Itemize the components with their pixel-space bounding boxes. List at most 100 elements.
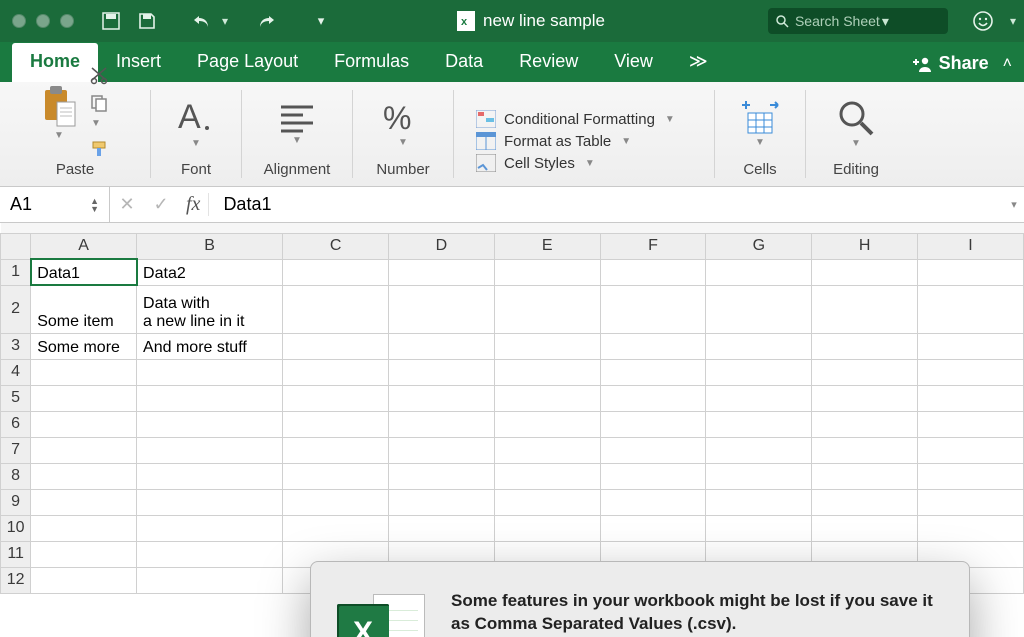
cell-H3[interactable] xyxy=(812,333,918,359)
autosave-icon[interactable] xyxy=(96,6,126,36)
cell-B10[interactable] xyxy=(137,515,283,541)
row-header-9[interactable]: 9 xyxy=(1,489,31,515)
cell-B2[interactable]: Data with a new line in it xyxy=(137,285,283,333)
cell-H2[interactable] xyxy=(812,285,918,333)
cell-B3[interactable]: And more stuff xyxy=(137,333,283,359)
tab-data[interactable]: Data xyxy=(427,43,501,82)
row-header-4[interactable]: 4 xyxy=(1,359,31,385)
cell-H10[interactable] xyxy=(812,515,918,541)
qat-overflow-icon[interactable]: ▾ xyxy=(306,6,336,36)
row-header-3[interactable]: 3 xyxy=(1,333,31,359)
copy-icon[interactable]: ▼ xyxy=(89,93,111,131)
cell-E2[interactable] xyxy=(494,285,600,333)
insert-function-icon[interactable]: fx xyxy=(178,193,209,216)
cell-F8[interactable] xyxy=(600,463,706,489)
undo-dropdown-icon[interactable]: ▾ xyxy=(222,14,228,28)
cell-G5[interactable] xyxy=(706,385,812,411)
format-painter-icon[interactable] xyxy=(89,139,111,159)
enter-formula-icon[interactable]: ✓ xyxy=(144,194,178,215)
cell-H4[interactable] xyxy=(812,359,918,385)
cell-G6[interactable] xyxy=(706,411,812,437)
cell-D8[interactable] xyxy=(389,463,495,489)
cell-I2[interactable] xyxy=(918,285,1024,333)
cell-A2[interactable]: Some item xyxy=(31,285,137,333)
close-window-icon[interactable] xyxy=(12,14,26,28)
cell-H6[interactable] xyxy=(812,411,918,437)
cell-F6[interactable] xyxy=(600,411,706,437)
row-header-2[interactable]: 2 xyxy=(1,285,31,333)
cell-E7[interactable] xyxy=(494,437,600,463)
cell-A3[interactable]: Some more xyxy=(31,333,137,359)
column-header-C[interactable]: C xyxy=(283,233,389,259)
cell-H8[interactable] xyxy=(812,463,918,489)
row-header-6[interactable]: 6 xyxy=(1,411,31,437)
column-header-H[interactable]: H xyxy=(812,233,918,259)
cell-F9[interactable] xyxy=(600,489,706,515)
row-header-11[interactable]: 11 xyxy=(1,541,31,567)
minimize-window-icon[interactable] xyxy=(36,14,50,28)
conditional-formatting-button[interactable]: Conditional Formatting▼ xyxy=(476,110,675,128)
cut-icon[interactable] xyxy=(89,65,111,85)
cell-H1[interactable] xyxy=(812,259,918,285)
cell-E1[interactable] xyxy=(494,259,600,285)
cell-D9[interactable] xyxy=(389,489,495,515)
cell-F3[interactable] xyxy=(600,333,706,359)
cell-I4[interactable] xyxy=(918,359,1024,385)
cell-F4[interactable] xyxy=(600,359,706,385)
search-dropdown-icon[interactable]: ▾ xyxy=(882,13,889,30)
cell-G4[interactable] xyxy=(706,359,812,385)
cell-C4[interactable] xyxy=(283,359,389,385)
select-all-corner[interactable] xyxy=(1,233,31,259)
format-as-table-button[interactable]: Format as Table▼ xyxy=(476,132,675,150)
paste-button[interactable]: ▼ xyxy=(39,84,79,141)
cells-launcher-button[interactable]: ▼ xyxy=(736,99,784,148)
name-box-stepper-icon[interactable]: ▲▼ xyxy=(90,197,99,213)
font-launcher-button[interactable]: A ▼ xyxy=(174,98,218,149)
row-header-12[interactable]: 12 xyxy=(1,567,31,593)
cell-E4[interactable] xyxy=(494,359,600,385)
cell-F10[interactable] xyxy=(600,515,706,541)
cell-D5[interactable] xyxy=(389,385,495,411)
cell-E5[interactable] xyxy=(494,385,600,411)
undo-icon[interactable] xyxy=(186,6,216,36)
cell-B5[interactable] xyxy=(137,385,283,411)
cell-B1[interactable]: Data2 xyxy=(137,259,283,285)
cell-A4[interactable] xyxy=(31,359,137,385)
cell-H9[interactable] xyxy=(812,489,918,515)
cell-C1[interactable] xyxy=(283,259,389,285)
cell-C2[interactable] xyxy=(283,285,389,333)
formula-input[interactable] xyxy=(219,194,1004,215)
cell-D3[interactable] xyxy=(389,333,495,359)
cell-B6[interactable] xyxy=(137,411,283,437)
cell-G9[interactable] xyxy=(706,489,812,515)
tab-formulas[interactable]: Formulas xyxy=(316,43,427,82)
cell-I6[interactable] xyxy=(918,411,1024,437)
worksheet-grid[interactable]: ABCDEFGHI 1Data1Data22Some itemData with… xyxy=(0,223,1024,637)
feedback-dropdown-icon[interactable]: ▾ xyxy=(1010,14,1016,28)
cell-B7[interactable] xyxy=(137,437,283,463)
row-header-5[interactable]: 5 xyxy=(1,385,31,411)
tab-page-layout[interactable]: Page Layout xyxy=(179,43,316,82)
cell-D1[interactable] xyxy=(389,259,495,285)
cell-B4[interactable] xyxy=(137,359,283,385)
cell-I10[interactable] xyxy=(918,515,1024,541)
expand-formula-bar-icon[interactable]: ▾ xyxy=(1004,198,1024,211)
cell-A11[interactable] xyxy=(31,541,137,567)
cell-H7[interactable] xyxy=(812,437,918,463)
cell-A12[interactable] xyxy=(31,567,137,593)
share-button[interactable]: Share xyxy=(913,53,989,74)
cell-C5[interactable] xyxy=(283,385,389,411)
cell-G8[interactable] xyxy=(706,463,812,489)
cell-D2[interactable] xyxy=(389,285,495,333)
cell-E9[interactable] xyxy=(494,489,600,515)
cell-I8[interactable] xyxy=(918,463,1024,489)
cell-D10[interactable] xyxy=(389,515,495,541)
cell-C9[interactable] xyxy=(283,489,389,515)
cell-A8[interactable] xyxy=(31,463,137,489)
cell-A5[interactable] xyxy=(31,385,137,411)
cell-B8[interactable] xyxy=(137,463,283,489)
column-header-I[interactable]: I xyxy=(918,233,1024,259)
tab-review[interactable]: Review xyxy=(501,43,596,82)
cell-A1[interactable]: Data1 xyxy=(31,259,137,285)
cell-C3[interactable] xyxy=(283,333,389,359)
